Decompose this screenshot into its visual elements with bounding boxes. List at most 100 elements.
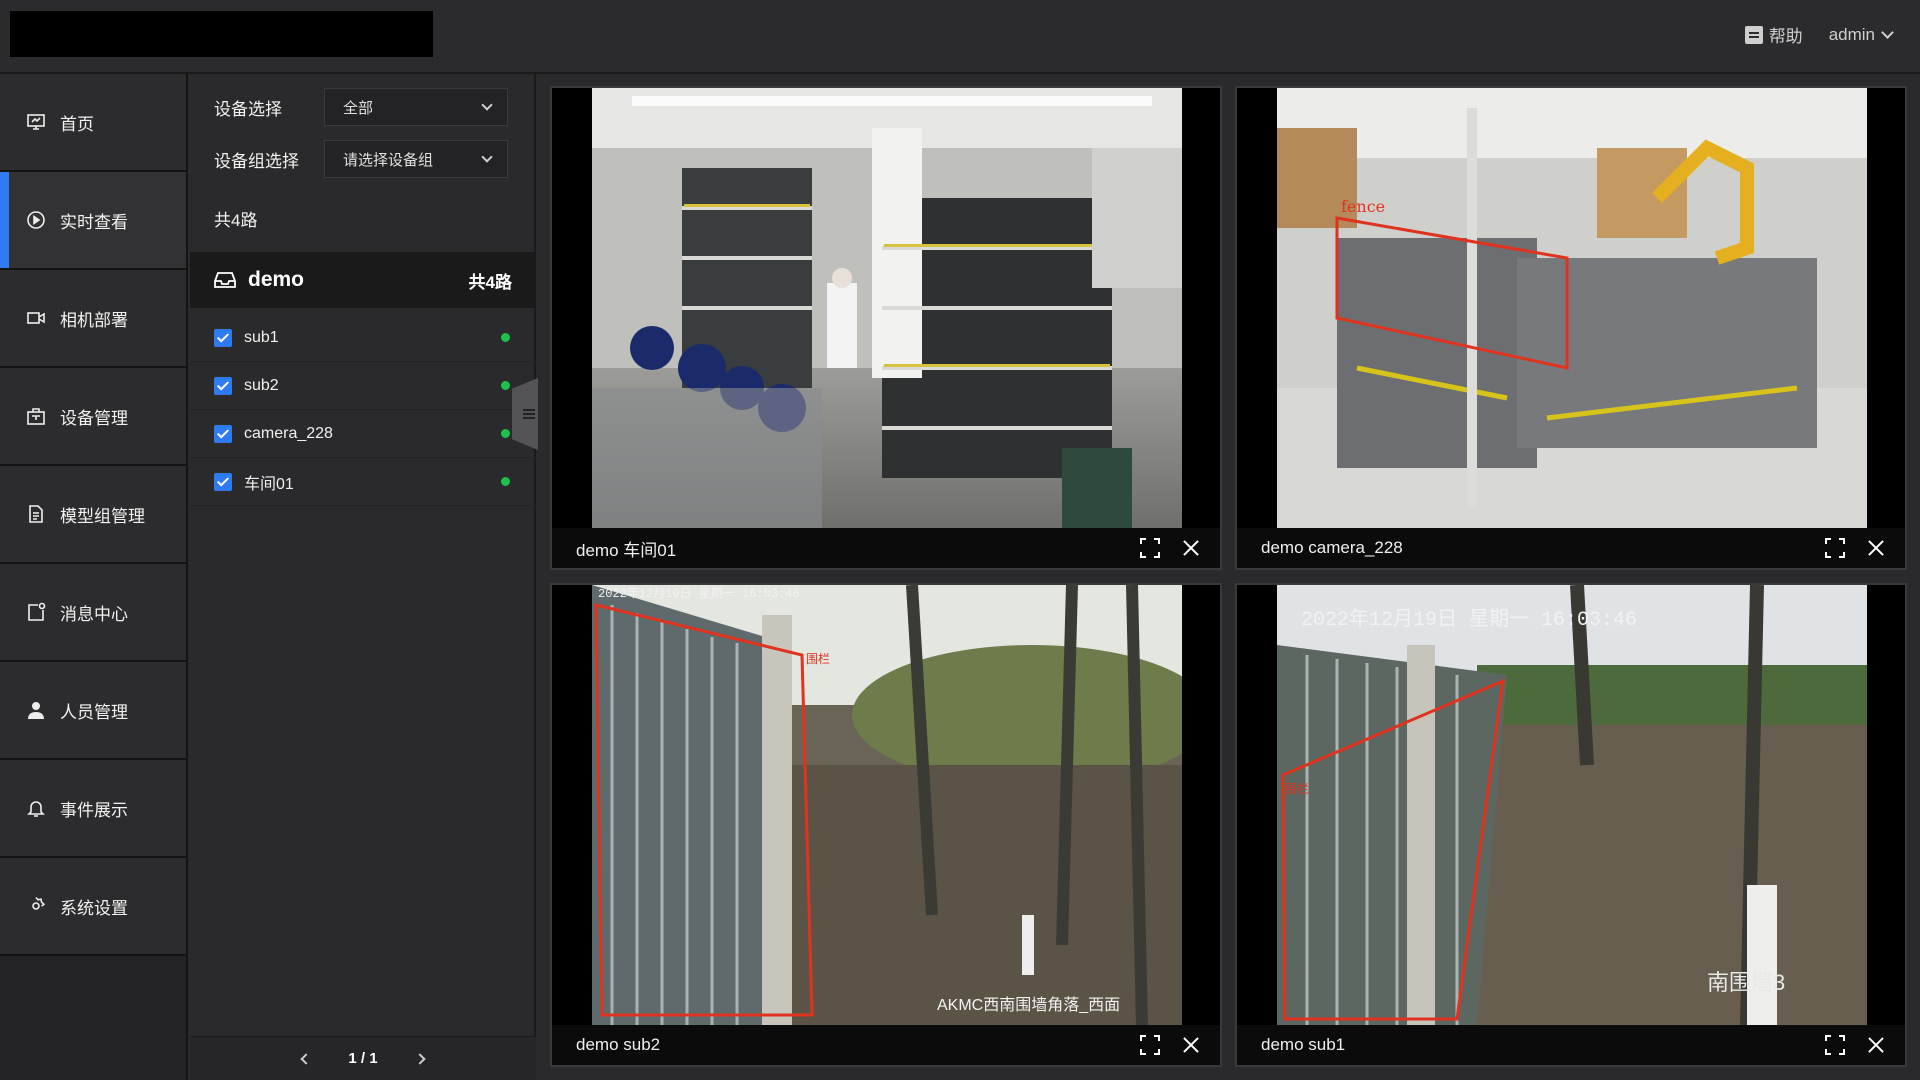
device-item-camera-228[interactable]: camera_228 <box>190 410 536 458</box>
sidebar-item-live-view[interactable]: 实时查看 <box>0 172 186 270</box>
group-select[interactable]: 请选择设备组 <box>324 140 508 178</box>
close-icon[interactable] <box>1182 539 1200 557</box>
sidebar-item-message-center[interactable]: 消息中心 <box>0 564 186 662</box>
panel-collapse-handle[interactable] <box>512 378 538 450</box>
device-name: sub2 <box>244 376 279 394</box>
video-tile[interactable]: 围栏 2022年12月19日 星期一 16:03:46 AKMC西南围墙角落_西… <box>550 583 1222 1067</box>
chevron-down-icon <box>481 150 493 163</box>
channel-total: 共4路 <box>214 211 258 230</box>
sidebar: 首页 实时查看 相机部署 设备管理 模型组管理 消息中心 人员管理 事件展示 系… <box>0 74 188 1080</box>
device-list: sub1 sub2 camera_228 车间01 <box>190 314 536 506</box>
device-checkbox[interactable] <box>214 376 232 395</box>
device-select[interactable]: 全部 <box>324 88 508 126</box>
sidebar-item-label: 人员管理 <box>60 702 128 722</box>
briefcase-icon <box>26 406 46 426</box>
device-panel: 设备选择 全部 设备组选择 请选择设备组 共4路 demo 共4路 sub1 s… <box>190 74 538 1080</box>
fullscreen-icon[interactable] <box>1825 1035 1845 1055</box>
online-status-dot <box>501 429 510 438</box>
chevron-right-icon[interactable] <box>413 1052 426 1065</box>
chevron-down-icon <box>1881 25 1894 39</box>
video-grid: demo 车间01 fence demo camera_228 围栏 2022年… <box>538 74 1920 1080</box>
online-status-dot <box>501 477 510 486</box>
video-tile[interactable]: fence demo camera_228 <box>1235 86 1907 570</box>
sidebar-item-label: 首页 <box>60 114 94 134</box>
play-circle-icon <box>26 210 46 230</box>
sidebar-item-device-management[interactable]: 设备管理 <box>0 368 186 466</box>
sidebar-item-system-settings[interactable]: 系统设置 <box>0 858 186 956</box>
sidebar-item-label: 消息中心 <box>60 604 128 624</box>
pagination: 1 / 1 <box>190 1036 536 1080</box>
menu-lines-icon <box>523 409 535 419</box>
fullscreen-icon[interactable] <box>1140 538 1160 558</box>
page-indicator: 1 / 1 <box>348 1050 378 1067</box>
device-checkbox[interactable] <box>214 328 232 347</box>
video-tile[interactable]: demo 车间01 <box>550 86 1222 570</box>
device-group-count: 共4路 <box>468 272 512 292</box>
tile-title-bar: demo sub2 <box>552 1025 1220 1065</box>
sidebar-item-event-display[interactable]: 事件展示 <box>0 760 186 858</box>
gear-icon <box>26 896 46 916</box>
message-icon <box>26 602 46 622</box>
help-link[interactable]: 帮助 <box>1744 22 1803 47</box>
tile-title: demo camera_228 <box>1261 538 1403 557</box>
logo-redacted <box>10 11 433 57</box>
tile-title: demo sub1 <box>1261 1035 1346 1054</box>
tile-title-bar: demo sub1 <box>1237 1025 1905 1065</box>
close-icon[interactable] <box>1182 1036 1200 1054</box>
device-checkbox[interactable] <box>214 472 232 491</box>
sidebar-item-home[interactable]: 首页 <box>0 74 186 172</box>
chevron-left-icon[interactable] <box>300 1052 313 1065</box>
fullscreen-icon[interactable] <box>1140 1035 1160 1055</box>
fullscreen-icon[interactable] <box>1825 538 1845 558</box>
online-status-dot <box>501 381 510 390</box>
osd-timestamp: 2022年12月19日 星期一 16:03:46 <box>598 586 800 601</box>
online-status-dot <box>501 333 510 342</box>
device-item-sub1[interactable]: sub1 <box>190 314 536 362</box>
document-icon <box>26 504 46 524</box>
video-feed-fence-south: 围栏 2022年12月19日 星期一 16:03:46 南围墙3 <box>1277 585 1867 1025</box>
device-select-value: 全部 <box>343 99 374 117</box>
video-feed-factory: fence <box>1277 88 1867 528</box>
tile-title-bar: demo 车间01 <box>552 528 1220 568</box>
top-right-controls: 帮助 admin <box>1744 22 1894 47</box>
device-select-label: 设备选择 <box>214 99 282 119</box>
sidebar-item-label: 事件展示 <box>60 800 128 820</box>
tile-title: demo sub2 <box>576 1035 661 1054</box>
device-item-workshop01[interactable]: 车间01 <box>190 458 536 506</box>
sidebar-item-label: 模型组管理 <box>60 506 145 526</box>
fence-zone-label: fence <box>1341 197 1385 216</box>
app-root: 帮助 admin 首页 实时查看 相机部署 设备管理 模型组管理 消息中心 人员… <box>0 0 1920 1080</box>
group-select-label: 设备组选择 <box>214 151 299 171</box>
monitor-icon <box>26 112 46 132</box>
tile-title: demo 车间01 <box>576 540 677 560</box>
sidebar-item-label: 相机部署 <box>60 310 128 330</box>
region-label: 围栏 <box>1285 781 1309 796</box>
sidebar-item-camera-deploy[interactable]: 相机部署 <box>0 270 186 368</box>
osd-caption: AKMC西南围墙角落_西面 <box>937 996 1120 1014</box>
camera-icon <box>26 308 46 328</box>
device-group-header[interactable]: demo 共4路 <box>190 252 536 308</box>
help-book-icon <box>1744 25 1763 44</box>
region-label: 围栏 <box>806 651 830 666</box>
inbox-icon <box>214 272 236 288</box>
sidebar-item-people-management[interactable]: 人员管理 <box>0 662 186 760</box>
video-tile[interactable]: 围栏 2022年12月19日 星期一 16:03:46 南围墙3 demo su… <box>1235 583 1907 1067</box>
device-checkbox[interactable] <box>214 424 232 443</box>
user-menu[interactable]: admin <box>1828 24 1894 45</box>
user-name: admin <box>1828 24 1875 44</box>
chevron-down-icon <box>481 98 493 111</box>
bell-icon <box>26 798 46 818</box>
osd-caption: 南围墙3 <box>1707 970 1785 995</box>
osd-timestamp: 2022年12月19日 星期一 16:03:46 <box>1301 607 1637 632</box>
sidebar-item-label: 实时查看 <box>60 212 128 232</box>
device-group-name: demo <box>248 268 305 291</box>
device-name: 车间01 <box>244 475 294 493</box>
close-icon[interactable] <box>1867 539 1885 557</box>
video-feed-fence-west: 围栏 2022年12月19日 星期一 16:03:46 AKMC西南围墙角落_西… <box>592 585 1182 1025</box>
sidebar-item-model-group[interactable]: 模型组管理 <box>0 466 186 564</box>
sidebar-item-label: 设备管理 <box>60 408 128 428</box>
device-item-sub2[interactable]: sub2 <box>190 362 536 410</box>
close-icon[interactable] <box>1867 1036 1885 1054</box>
top-bar: 帮助 admin <box>0 0 1920 74</box>
tile-title-bar: demo camera_228 <box>1237 528 1905 568</box>
